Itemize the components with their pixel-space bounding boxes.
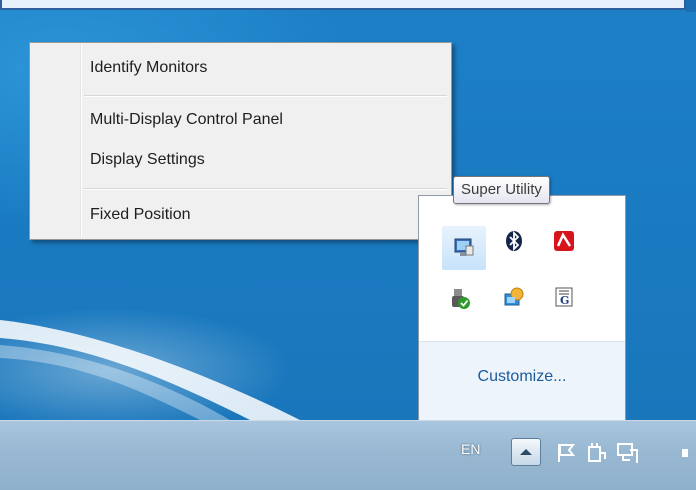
avira-antivirus-icon[interactable] [551,228,577,254]
notification-area-overflow: G Customize... [418,195,626,421]
menu-separator [84,95,447,97]
tooltip: Super Utility [453,176,550,204]
taskbar: EN [0,420,696,490]
volume-icon[interactable] [680,439,692,467]
safely-remove-hardware-icon[interactable] [447,286,473,312]
tray-icon-grid: G [419,196,625,339]
super-utility-icon[interactable] [442,226,486,270]
menu-item-multi-display-control-panel[interactable]: Multi-Display Control Panel [32,107,449,133]
bluetooth-icon[interactable] [501,228,527,254]
window-bottom-edge [0,0,686,10]
menu-item-display-settings[interactable]: Display Settings [32,147,449,173]
display-context-menu: Identify Monitors Multi-Display Control … [29,42,452,240]
menu-item-identify-monitors[interactable]: Identify Monitors [32,55,449,81]
menu-item-fixed-position[interactable]: Fixed Position [32,202,449,228]
action-center-flag-icon[interactable] [553,439,579,467]
window-corner [686,0,696,12]
network-icon[interactable] [615,439,641,467]
customize-link[interactable]: Customize... [419,368,625,386]
network-globe-icon[interactable] [501,284,527,310]
tray-popup-footer: Customize... [419,341,625,421]
graphics-driver-icon[interactable]: G [551,284,577,310]
show-hidden-icons-button[interactable] [511,438,541,466]
power-plug-icon[interactable] [584,439,610,467]
svg-text:G: G [560,294,569,307]
language-indicator[interactable]: EN [461,441,480,457]
chevron-up-icon [520,449,532,455]
menu-separator [84,188,447,190]
